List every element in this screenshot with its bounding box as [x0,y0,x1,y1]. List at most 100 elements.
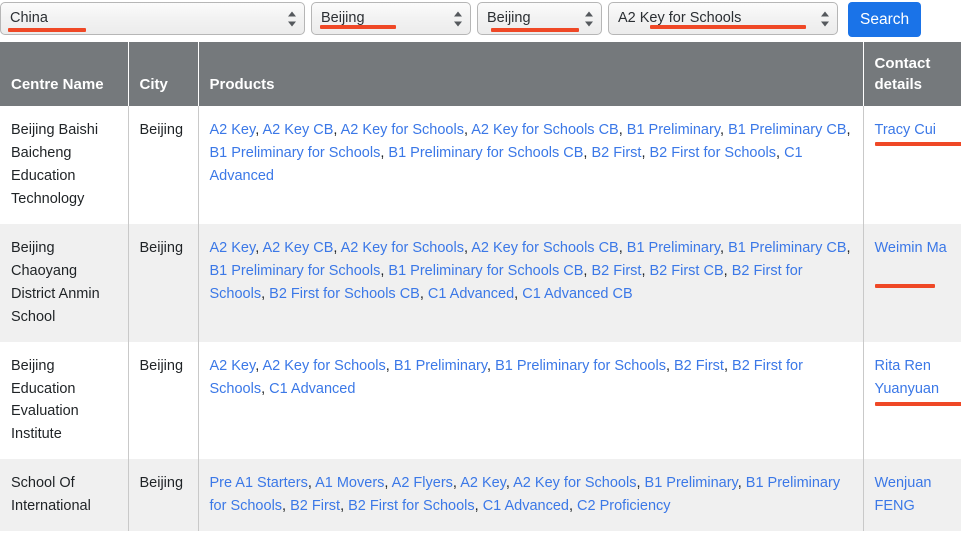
product-link[interactable]: A2 Key for Schools [262,358,385,374]
cell-city: Beijing [128,106,198,224]
region-select-value: Beijing [321,11,365,26]
product-link[interactable]: C2 Proficiency [577,498,670,514]
chevron-updown-icon [288,10,297,27]
product-link[interactable]: A2 Key [460,475,506,491]
cell-centre-name: Beijing Chaoyang District Anmin School [0,224,128,342]
product-select[interactable]: A2 Key for Schools [608,2,838,35]
product-link[interactable]: B1 Preliminary CB [728,122,846,138]
cell-products: A2 Key, A2 Key for Schools, B1 Prelimina… [198,342,863,460]
product-separator: , [340,498,348,514]
product-link[interactable]: B2 First [591,145,641,161]
product-link[interactable]: A2 Key for Schools [513,475,636,491]
product-link[interactable]: A2 Key [210,358,256,374]
product-link[interactable]: B2 First for Schools CB [269,286,420,302]
product-link[interactable]: B2 First for Schools [650,145,777,161]
product-link[interactable]: B1 Preliminary [627,122,720,138]
product-link[interactable]: C1 Advanced [428,286,514,302]
table-body: Beijing Baishi Baicheng Education Techno… [0,106,961,531]
product-link[interactable]: B2 First CB [650,263,724,279]
cell-city: Beijing [128,342,198,460]
table-row: Beijing Chaoyang District Anmin SchoolBe… [0,224,961,342]
product-link[interactable]: C1 Advanced CB [522,286,632,302]
product-link[interactable]: B1 Preliminary for Schools [495,358,666,374]
city-select-value: Beijing [487,11,531,26]
product-link[interactable]: B1 Preliminary for Schools [210,145,381,161]
product-link[interactable]: C1 Advanced [483,498,569,514]
cell-contact-details: Tracy Cui [863,106,961,224]
table-header: Centre Name City Products Contact detail… [0,42,961,106]
product-separator: , [619,122,627,138]
product-link[interactable]: A2 Key CB [262,122,333,138]
annotation-underline-contact [875,402,961,406]
product-separator: , [261,381,269,397]
table-row: School Of InternationalBeijingPre A1 Sta… [0,459,961,531]
cell-contact-details: Weimin Ma [863,224,961,342]
filter-bar: China Beijing Beijing A2 Key for Schools… [0,0,961,42]
product-link[interactable]: B1 Preliminary [394,358,487,374]
cell-centre-name: School Of International [0,459,128,531]
product-link[interactable]: B1 Preliminary [645,475,738,491]
cell-contact-details: Wenjuan FENG [863,459,961,531]
product-separator: , [776,145,784,161]
product-link[interactable]: A1 Movers [315,475,384,491]
product-separator: , [384,475,391,491]
product-separator: , [487,358,495,374]
column-header-contact-details: Contact details [863,42,961,106]
contact-link[interactable]: Rita Ren Yuanyuan [875,358,940,397]
table-row: Beijing Education Evaluation InstituteBe… [0,342,961,460]
cell-centre-name: Beijing Education Evaluation Institute [0,342,128,460]
chevron-updown-icon [454,10,463,27]
contact-link[interactable]: Weimin Ma [875,240,947,256]
product-link[interactable]: B2 First [591,263,641,279]
cell-products: Pre A1 Starters, A1 Movers, A2 Flyers, A… [198,459,863,531]
cell-contact-details: Rita Ren Yuanyuan [863,342,961,460]
product-link[interactable]: B2 First [674,358,724,374]
product-separator: , [641,145,649,161]
product-separator: , [569,498,577,514]
cell-products: A2 Key, A2 Key CB, A2 Key for Schools, A… [198,224,863,342]
product-separator: , [720,122,728,138]
product-link[interactable]: A2 Key CB [262,240,333,256]
product-link[interactable]: A2 Key [210,240,256,256]
product-separator: , [847,240,851,256]
cell-centre-name: Beijing Baishi Baicheng Education Techno… [0,106,128,224]
region-select[interactable]: Beijing [311,2,471,35]
table-row: Beijing Baishi Baicheng Education Techno… [0,106,961,224]
product-separator: , [282,498,290,514]
product-link[interactable]: Pre A1 Starters [210,475,308,491]
product-link[interactable]: B2 First [290,498,340,514]
product-link[interactable]: A2 Key for Schools CB [471,122,619,138]
product-link[interactable]: B1 Preliminary for Schools [210,263,381,279]
product-separator: , [738,475,746,491]
contact-link[interactable]: Tracy Cui [875,122,937,138]
column-header-centre-name: Centre Name [0,42,128,106]
product-link[interactable]: A2 Key for Schools CB [471,240,619,256]
chevron-updown-icon [821,10,830,27]
product-separator: , [333,122,340,138]
product-link[interactable]: A2 Flyers [392,475,453,491]
product-separator: , [724,263,732,279]
product-separator: , [308,475,315,491]
column-header-products: Products [198,42,863,106]
contact-link[interactable]: Wenjuan FENG [875,475,932,514]
product-link[interactable]: B1 Preliminary CB [728,240,846,256]
annotation-underline-country [8,28,86,32]
product-separator: , [420,286,428,302]
search-button[interactable]: Search [848,2,921,37]
product-separator: , [636,475,644,491]
cell-city: Beijing [128,459,198,531]
product-link[interactable]: B1 Preliminary [627,240,720,256]
product-link[interactable]: A2 Key [210,122,256,138]
country-select-value: China [10,11,48,26]
product-link[interactable]: B1 Preliminary for Schools CB [388,263,583,279]
annotation-underline-product [650,25,806,29]
results-table: Centre Name City Products Contact detail… [0,42,961,531]
product-separator: , [333,240,340,256]
product-link[interactable]: A2 Key for Schools [341,240,464,256]
product-link[interactable]: C1 Advanced [269,381,355,397]
product-link[interactable]: B2 First for Schools [348,498,475,514]
product-link[interactable]: B1 Preliminary for Schools CB [388,145,583,161]
product-select-value: A2 Key for Schools [618,11,741,26]
product-link[interactable]: A2 Key for Schools [341,122,464,138]
annotation-underline-contact [875,142,961,146]
